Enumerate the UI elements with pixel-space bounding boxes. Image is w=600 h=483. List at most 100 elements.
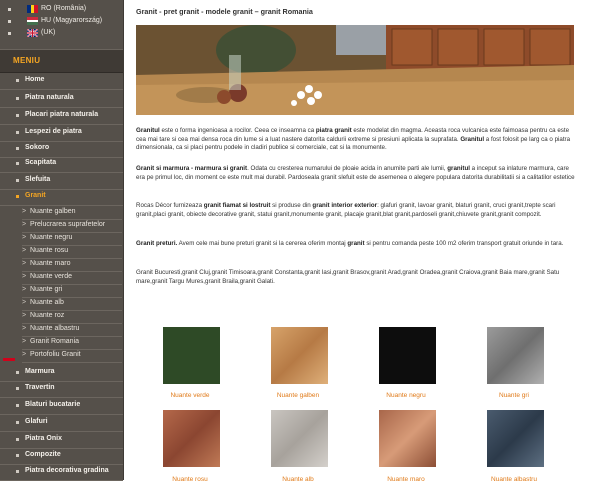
language-label: RO (România) — [41, 5, 87, 12]
tile-label-nuante-gri[interactable]: Nuante gri — [469, 392, 559, 399]
page-title: Granit - pret granit - modele granit – g… — [136, 7, 313, 16]
granitul-bold: Granitul — [136, 127, 160, 134]
submenu-item-nuante-negru[interactable]: > Nuante negru — [22, 232, 122, 246]
granitul-bold-3: granitul — [447, 165, 470, 172]
menu-item-label: Sokoro — [25, 144, 50, 151]
language-label: (UK) — [41, 29, 56, 36]
tile-nuante-rosu[interactable] — [163, 410, 220, 467]
submenu-item-nuante-maro[interactable]: > Nuante maro — [22, 258, 122, 272]
chevron-right-icon: > — [22, 312, 27, 319]
tile-nuante-gri[interactable] — [487, 327, 544, 384]
tile-nuante-galben[interactable] — [271, 327, 328, 384]
submenu-item-label: Nuante galben — [30, 208, 76, 215]
submenu-item-nuante-gri[interactable]: > Nuante gri — [22, 284, 122, 298]
menu-item-label: Marmura — [25, 368, 55, 375]
tile-nuante-albastru[interactable] — [487, 410, 544, 467]
language-hu-link[interactable]: HU (Magyarország) — [0, 16, 123, 28]
preturi-paragraph: Granit preturi. Avem cele mai bune pretu… — [136, 240, 576, 249]
menu-item-label: Placari piatra naturala — [25, 111, 99, 118]
menu-heading-label: MENIU — [13, 56, 41, 65]
submenu-item-label: Granit Romania — [30, 338, 80, 345]
granit-interior-bold: granit interior exterior — [312, 202, 378, 209]
tile-label-nuante-verde[interactable]: Nuante verde — [145, 392, 235, 399]
tile-label-nuante-negru[interactable]: Nuante negru — [361, 392, 451, 399]
language-ro-link[interactable]: RO (România) — [0, 4, 123, 16]
main-content: Granit - pret granit - modele granit – g… — [123, 0, 600, 483]
chevron-right-icon: > — [22, 260, 27, 267]
menu-item-label: Travertin — [25, 384, 55, 391]
bullet-icon — [16, 438, 19, 441]
submenu-item-label: Portofoliu Granit — [30, 351, 81, 358]
menu-item-label: Glafuri — [25, 418, 48, 425]
tile-nuante-verde[interactable] — [163, 327, 220, 384]
bullet-icon — [8, 20, 11, 23]
bullet-icon — [16, 147, 19, 150]
menu-item-piatra-naturala[interactable]: Piatra naturala — [0, 90, 123, 108]
bullet-icon — [16, 387, 19, 390]
submenu-item-nuante-rosu[interactable]: > Nuante rosu — [22, 245, 122, 259]
new-marker-icon — [3, 358, 15, 361]
menu-item-glafuri[interactable]: Glafuri — [0, 414, 123, 432]
bullet-icon — [16, 114, 19, 117]
menu-item-piatra-decorativa-gradina[interactable]: Piatra decorativa gradina — [0, 463, 123, 481]
text-segment: Avem cele mai bune preturi granit si la … — [177, 240, 348, 247]
tile-nuante-negru[interactable] — [379, 327, 436, 384]
chevron-right-icon: > — [22, 247, 27, 254]
chevron-right-icon: > — [22, 208, 27, 215]
piatra-granit-bold: piatra granit — [315, 127, 352, 134]
menu-item-label: Slefuita — [25, 176, 51, 183]
bullet-icon — [16, 421, 19, 424]
bullet-icon — [16, 454, 19, 457]
submenu-item-nuante-albastru[interactable]: > Nuante albastru — [22, 323, 122, 337]
bullet-icon — [16, 97, 19, 100]
submenu-item-label: Nuante gri — [30, 286, 63, 293]
submenu-item-portofoliu-granit[interactable]: > Portofoliu Granit — [22, 349, 122, 363]
submenu-item-nuante-galben[interactable]: > Nuante galben — [22, 206, 122, 220]
menu-item-label: Blaturi bucatarie — [25, 401, 81, 408]
menu-item-travertin[interactable]: Travertin — [0, 380, 123, 398]
menu-heading: MENIU — [0, 49, 123, 73]
menu-item-label: Piatra naturala — [25, 94, 74, 101]
bullet-icon — [8, 32, 11, 35]
chevron-right-icon: > — [22, 299, 27, 306]
menu-item-label: Piatra decorativa gradina — [25, 467, 109, 474]
bullet-icon — [8, 8, 11, 11]
menu-item-label: Home — [25, 76, 45, 83]
submenu-item-label: Nuante negru — [30, 234, 73, 241]
tile-nuante-alb[interactable] — [271, 410, 328, 467]
chevron-right-icon: > — [22, 234, 27, 241]
bullet-icon — [16, 470, 19, 473]
submenu-item-nuante-verde[interactable]: > Nuante verde — [22, 271, 122, 285]
bullet-icon — [16, 404, 19, 407]
granit-fiamat-bold: granit fiamat si lostruit — [203, 202, 271, 209]
hero-illustration — [136, 25, 574, 115]
bullet-icon — [16, 371, 19, 374]
menu-item-label: Compozite — [25, 451, 61, 458]
uk-flag-icon — [27, 29, 38, 37]
granit-marmura-paragraph: Granit si marmura - marmura si granit. O… — [136, 165, 576, 182]
submenu-item-nuante-alb[interactable]: > Nuante alb — [22, 297, 122, 311]
submenu-item-prelucrarea-suprafetelor[interactable]: > Prelucrarea suprafetelor — [22, 219, 122, 233]
bullet-icon — [16, 131, 19, 134]
chevron-right-icon: > — [22, 351, 27, 358]
chevron-right-icon: > — [22, 221, 27, 228]
tile-label-nuante-galben[interactable]: Nuante galben — [253, 392, 343, 399]
tile-nuante-maro[interactable] — [379, 410, 436, 467]
menu-item-granit[interactable]: Granit — [0, 188, 123, 206]
submenu-item-nuante-roz[interactable]: > Nuante roz — [22, 310, 122, 324]
menu-item-home[interactable]: Home — [0, 72, 123, 90]
menu-item-placari-piatra-naturala[interactable]: Placari piatra naturala — [0, 107, 123, 125]
bullet-icon — [16, 162, 19, 165]
menu-item-label: Lespezi de piatra — [25, 128, 82, 135]
submenu-item-label: Nuante maro — [30, 260, 71, 267]
menu-item-scapitata[interactable]: Scapitata — [0, 155, 123, 173]
text-segment: Rocas Décor furnizeaza — [136, 202, 204, 209]
text-segment: este o forma ingenioasa a rocilor. Ceea … — [159, 127, 316, 134]
text-segment: si pentru comanda peste 100 m2 oferim tr… — [364, 240, 564, 247]
submenu-item-granit-romania[interactable]: > Granit Romania — [22, 336, 122, 350]
sidebar: RO (România) HU (Magyarország) (UK) MENI… — [0, 0, 124, 481]
language-uk-link[interactable]: (UK) — [0, 28, 123, 40]
menu-item-blaturi-bucatarie[interactable]: Blaturi bucatarie — [0, 397, 123, 415]
submenu-item-label: Nuante roz — [30, 312, 65, 319]
granitul-bold-2: Granitul — [460, 135, 485, 143]
